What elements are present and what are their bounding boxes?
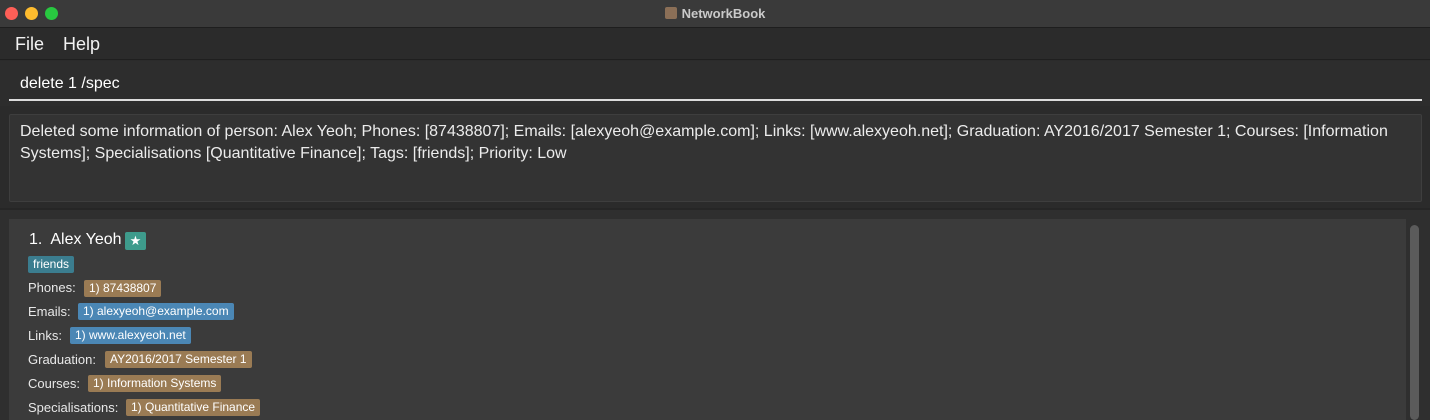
menu-file[interactable]: File (15, 34, 44, 55)
window-title-text: NetworkBook (681, 6, 766, 21)
person-index: 1. (29, 231, 43, 248)
specialisations-label: Specialisations: (28, 400, 119, 415)
priority-badge: ★ (125, 232, 146, 250)
link-chip: 1) www.alexyeoh.net (70, 327, 191, 344)
email-chip: 1) alexyeoh@example.com (78, 303, 234, 320)
tag-friends: friends (28, 256, 75, 273)
courses-label: Courses: (28, 376, 81, 391)
emails-label: Emails: (28, 304, 71, 319)
person-list-panel: 1. Alex Yeoh ★ friends Phones: 1) 874388… (0, 210, 1430, 420)
star-icon: ★ (129, 233, 142, 248)
menu-bar: File Help (0, 29, 1430, 60)
menu-help[interactable]: Help (63, 34, 100, 55)
graduation-chip: AY2016/2017 Semester 1 (105, 351, 252, 368)
phone-chip: 1) 87438807 (84, 280, 162, 297)
links-label: Links: (28, 328, 62, 343)
app-icon (664, 7, 677, 19)
specialisation-chip: 1) Quantitative Finance (126, 399, 261, 416)
person-name-row: 1. Alex Yeoh (29, 231, 122, 249)
phones-label: Phones: (28, 280, 76, 295)
window-title: NetworkBook (0, 0, 1430, 28)
course-chip: 1) Information Systems (88, 375, 222, 392)
list-scrollbar[interactable] (1410, 225, 1419, 420)
person-name: Alex Yeoh (50, 231, 122, 248)
result-display: Deleted some information of person: Alex… (9, 114, 1422, 202)
command-input[interactable] (9, 69, 1422, 101)
title-bar: NetworkBook (0, 0, 1430, 28)
person-card[interactable]: 1. Alex Yeoh ★ friends Phones: 1) 874388… (9, 219, 1406, 420)
command-box (0, 61, 1430, 106)
graduation-label: Graduation: (28, 352, 96, 367)
